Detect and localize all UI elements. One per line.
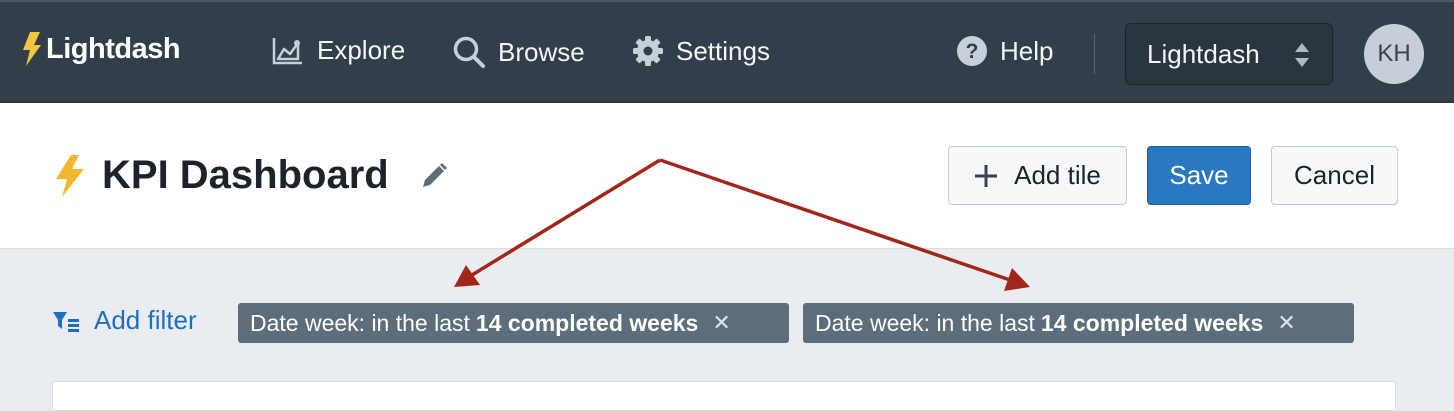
project-select[interactable]: Lightdash	[1125, 23, 1333, 85]
nav-settings-label: Settings	[676, 35, 770, 66]
nav-browse[interactable]: Browse	[452, 35, 585, 69]
plus-icon	[975, 164, 998, 187]
add-filter-button[interactable]: Add filter	[52, 305, 197, 336]
brand-name: Lightdash	[46, 32, 181, 65]
filter-chip-value: 14 completed weeks	[1040, 309, 1264, 336]
dashboard-title-group: KPI Dashboard	[52, 153, 449, 198]
lightning-bolt-icon	[56, 154, 84, 197]
nav-settings[interactable]: Settings	[632, 35, 770, 67]
dashboard-grid-panel	[52, 381, 1396, 411]
user-avatar[interactable]: KH	[1364, 24, 1424, 84]
project-select-value: Lightdash	[1147, 38, 1260, 69]
filter-list-icon	[53, 311, 79, 332]
nav-explore[interactable]: Explore	[271, 35, 405, 66]
add-filter-label: Add filter	[94, 305, 197, 335]
nav-help[interactable]: ? Help	[956, 35, 1053, 67]
search-icon	[453, 36, 485, 68]
gear-icon	[633, 36, 663, 66]
save-button[interactable]: Save	[1147, 146, 1251, 205]
close-icon[interactable]: ✕	[712, 310, 730, 336]
brand-logo[interactable]: Lightdash	[22, 32, 181, 66]
filter-chip[interactable]: Date week: in the last 14 completed week…	[238, 303, 789, 343]
dashboard-header: KPI Dashboard Add tile Save Cancel	[0, 103, 1454, 249]
up-down-caret-icon	[1295, 43, 1309, 67]
add-tile-button[interactable]: Add tile	[948, 146, 1127, 205]
add-tile-label: Add tile	[1014, 160, 1101, 190]
top-navbar: Lightdash Explore Browse Settings ? Help…	[0, 0, 1454, 103]
nav-help-label: Help	[1000, 35, 1054, 66]
nav-browse-label: Browse	[498, 36, 585, 67]
pencil-edit-icon[interactable]	[419, 161, 449, 191]
help-circle-icon: ?	[957, 36, 987, 66]
filter-chip-value: 14 completed weeks	[475, 309, 699, 336]
area-chart-icon	[272, 37, 302, 64]
close-icon[interactable]: ✕	[1277, 310, 1295, 336]
nav-divider	[1094, 34, 1095, 74]
svg-text:?: ?	[966, 40, 979, 63]
lightning-logo-icon	[23, 32, 41, 66]
nav-explore-label: Explore	[317, 35, 406, 65]
filter-chip[interactable]: Date week: in the last 14 completed week…	[803, 303, 1354, 343]
page-title: KPI Dashboard	[102, 153, 389, 197]
filter-chip-text: Date week: in the last	[250, 309, 470, 336]
filter-chip-text: Date week: in the last	[815, 309, 1035, 336]
cancel-button[interactable]: Cancel	[1271, 146, 1398, 205]
